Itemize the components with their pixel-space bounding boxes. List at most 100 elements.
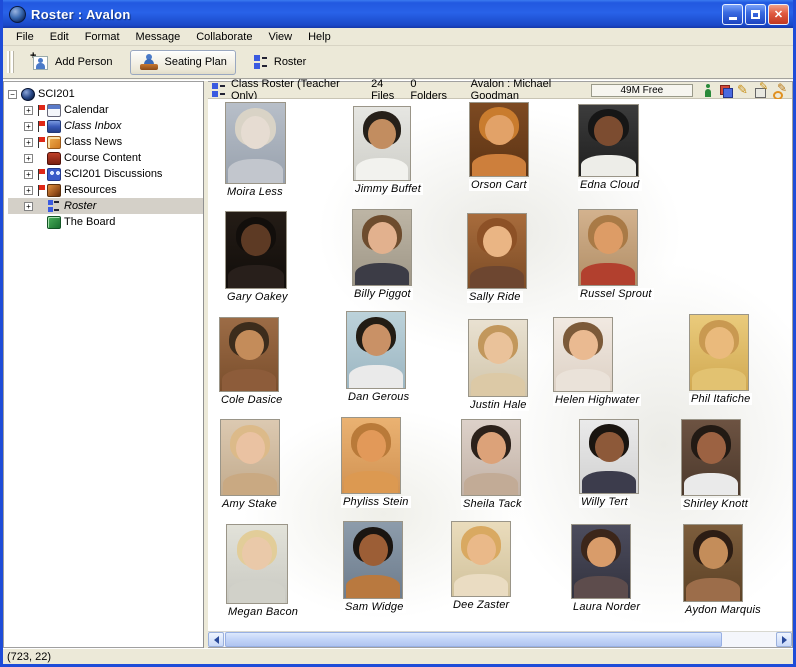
tree-item-class-inbox[interactable]: +Class Inbox (8, 118, 203, 134)
minimize-button[interactable] (722, 4, 743, 25)
menu-view[interactable]: View (261, 30, 299, 44)
seating-plan-button[interactable]: Seating Plan (130, 50, 235, 75)
student-name-label: Sheila Tack (461, 498, 524, 510)
student-name-label: Sally Ride (467, 291, 523, 303)
student-photo (225, 211, 287, 289)
student-card[interactable]: Sheila Tack (461, 419, 521, 496)
student-name-label: Billy Piggot (352, 288, 413, 300)
unread-flag-icon (37, 137, 46, 148)
student-card[interactable]: Jimmy Buffet (353, 106, 411, 181)
tree-item-label: Course Content (64, 152, 141, 164)
close-button[interactable]: ✕ (768, 4, 789, 25)
unread-flag-icon (37, 169, 46, 180)
student-card[interactable]: Helen Highwater (553, 317, 613, 392)
seating-plan-icon (139, 54, 159, 71)
student-card[interactable]: Willy Tert (579, 419, 639, 494)
student-card[interactable]: Cole Dasice (219, 317, 279, 392)
unread-flag-icon (37, 185, 46, 196)
tree-item-calendar[interactable]: + Calendar (8, 102, 203, 118)
student-card[interactable]: Phyliss Stein (341, 417, 401, 494)
tree-item-course-content[interactable]: + Course Content (8, 150, 203, 166)
student-card[interactable]: Justin Hale (468, 319, 528, 397)
student-card[interactable]: Gary Oakey (225, 211, 287, 289)
student-card[interactable]: Aydon Marquis (683, 524, 743, 602)
expand-box[interactable]: + (24, 170, 33, 179)
expand-box[interactable]: + (24, 106, 33, 115)
student-photo (220, 419, 280, 496)
roster-view-button[interactable]: Roster (246, 52, 314, 73)
student-card[interactable]: Sally Ride (467, 213, 527, 289)
student-card[interactable]: Moira Less (225, 102, 286, 184)
student-card[interactable]: Russel Sprout (578, 209, 638, 286)
student-photo (353, 106, 411, 181)
expand-box[interactable]: + (24, 138, 33, 147)
student-photo (467, 213, 527, 289)
student-name-label: Sam Widge (343, 601, 406, 613)
content-header: Class Roster (Teacher Only) 24 Files 0 F… (208, 82, 792, 99)
tree-item-class-news[interactable]: +Class News (8, 134, 203, 150)
student-card[interactable]: Megan Bacon (226, 524, 288, 604)
student-name-label: Helen Highwater (553, 394, 641, 406)
tree-item-label: Calendar (64, 104, 109, 116)
tree-item-sci201-discussions[interactable]: +SCI201 Discussions (8, 166, 203, 182)
person-status-icon[interactable] (701, 84, 714, 97)
scroll-right-arrow[interactable] (776, 632, 792, 647)
edit-icon[interactable] (737, 84, 750, 97)
inbox-icon (47, 120, 61, 133)
student-card[interactable]: Shirley Knott (681, 419, 741, 496)
roster-canvas: Moira Less Jimmy Buffet Orson Cart Edna Clo… (208, 99, 792, 631)
expand-box[interactable]: + (24, 186, 33, 195)
student-card[interactable]: Amy Stake (220, 419, 280, 496)
key-icon[interactable] (773, 84, 786, 97)
student-photo (451, 521, 511, 597)
tree-item-label: The Board (64, 216, 115, 228)
menu-help[interactable]: Help (301, 30, 338, 44)
student-name-label: Dee Zaster (451, 599, 511, 611)
scroll-track[interactable] (224, 632, 776, 647)
menu-message[interactable]: Message (129, 30, 188, 44)
student-card[interactable]: Billy Piggot (352, 209, 412, 286)
menu-edit[interactable]: Edit (43, 30, 76, 44)
collapse-box[interactable]: − (8, 90, 17, 99)
student-photo (219, 317, 279, 392)
student-name-label: Justin Hale (468, 399, 529, 411)
menu-format[interactable]: Format (78, 30, 127, 44)
toolbar-grip[interactable] (7, 51, 14, 73)
expand-box[interactable]: + (24, 202, 33, 211)
student-name-label: Megan Bacon (226, 606, 300, 618)
add-person-button[interactable]: + Add Person (22, 50, 120, 74)
expand-box[interactable]: + (24, 154, 33, 163)
tree-item-resources[interactable]: +Resources (8, 182, 203, 198)
student-name-label: Phil Itafiche (689, 393, 752, 405)
copy-icon[interactable] (719, 84, 732, 97)
menu-collaborate[interactable]: Collaborate (189, 30, 259, 44)
student-card[interactable]: Dan Gerous (346, 311, 406, 389)
maximize-button[interactable] (745, 4, 766, 25)
student-name-label: Laura Norder (571, 601, 642, 613)
student-card[interactable]: Phil Itafiche (689, 314, 749, 391)
free-space-meter: 49M Free (591, 84, 693, 97)
tree-item-sci201[interactable]: −SCI201 (8, 86, 203, 102)
main-pane: Class Roster (Teacher Only) 24 Files 0 F… (208, 81, 793, 648)
toolbar: + Add Person Seating Plan Roster (3, 46, 793, 80)
student-name-label: Jimmy Buffet (353, 183, 423, 195)
tree-item-the-board[interactable]: The Board (8, 214, 203, 230)
menu-file[interactable]: File (9, 30, 41, 44)
student-photo (683, 524, 743, 602)
student-photo (461, 419, 521, 496)
tree-item-roster[interactable]: +Roster (8, 198, 203, 214)
book-icon (47, 152, 61, 165)
student-card[interactable]: Orson Cart (469, 102, 529, 177)
expand-box[interactable]: + (24, 122, 33, 131)
stamp-icon[interactable] (755, 84, 768, 97)
window-title: Roster : Avalon (31, 7, 131, 22)
roster-icon (212, 83, 225, 98)
student-card[interactable]: Sam Widge (343, 521, 403, 599)
student-card[interactable]: Edna Cloud (578, 104, 639, 177)
student-photo (578, 209, 638, 286)
student-card[interactable]: Laura Norder (571, 524, 631, 599)
scroll-left-arrow[interactable] (208, 632, 224, 647)
student-card[interactable]: Dee Zaster (451, 521, 511, 597)
scroll-thumb[interactable] (225, 632, 722, 647)
board-icon (47, 216, 61, 229)
